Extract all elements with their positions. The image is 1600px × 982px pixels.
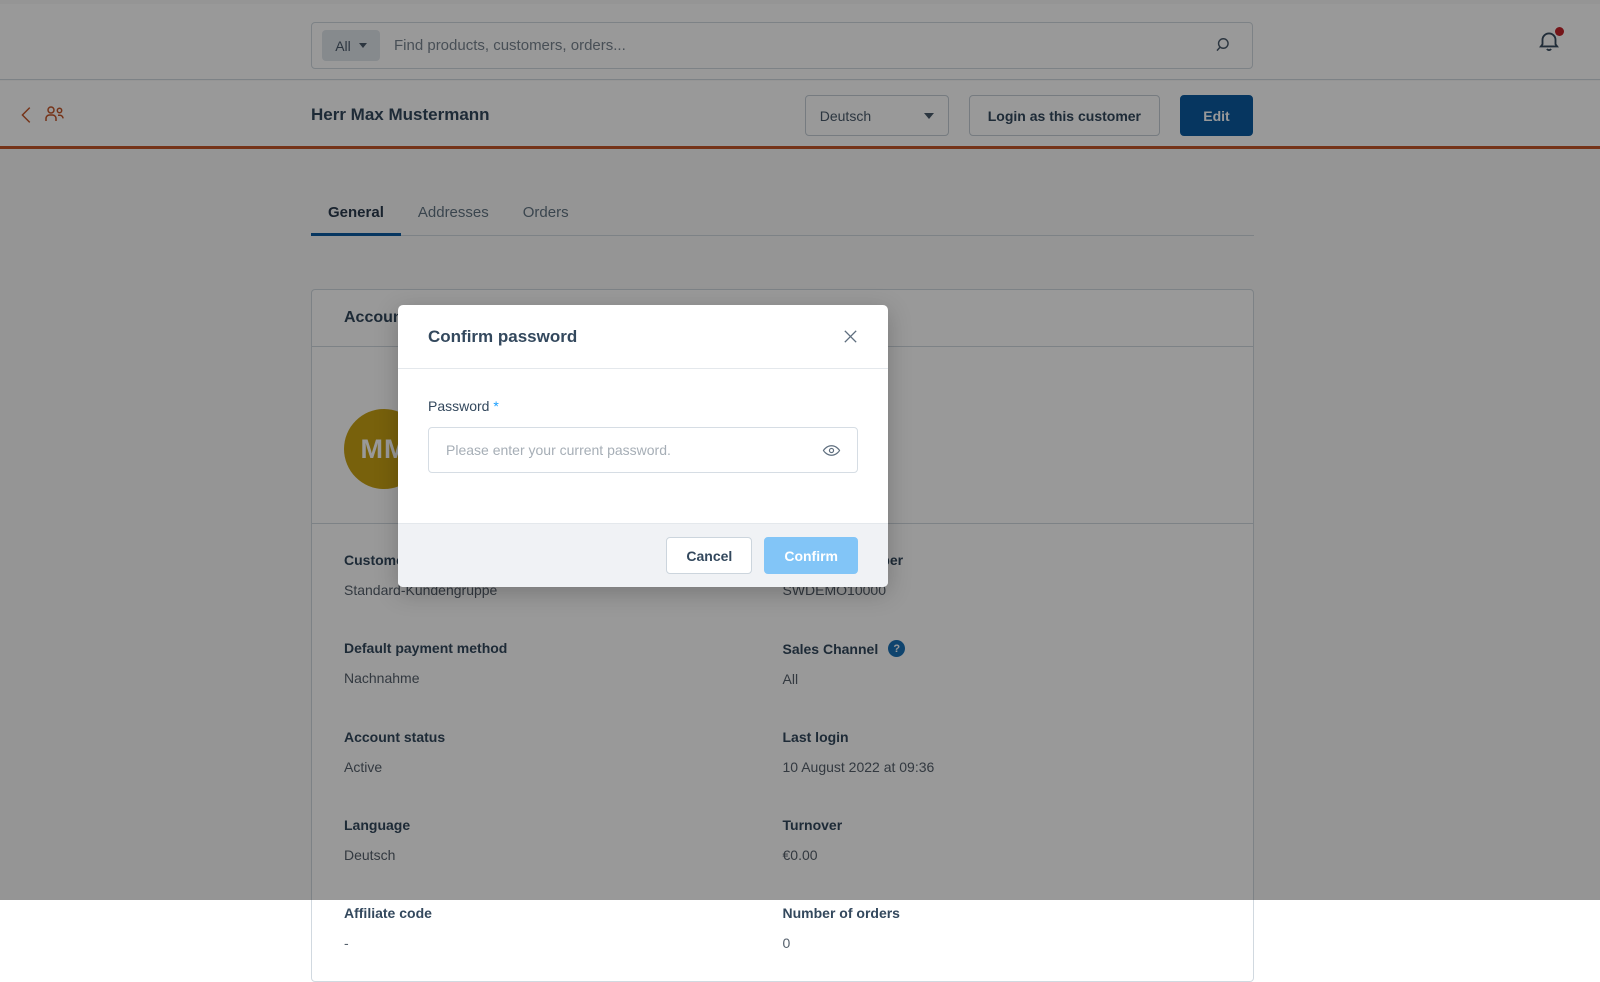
close-icon[interactable] — [838, 325, 862, 349]
modal-title: Confirm password — [428, 327, 577, 347]
cancel-button[interactable]: Cancel — [666, 537, 752, 574]
password-label-text: Password — [428, 398, 489, 414]
field-affiliate-code: Affiliate code - — [344, 905, 783, 951]
modal-header: Confirm password — [398, 305, 888, 369]
eye-icon[interactable] — [822, 441, 857, 460]
password-field[interactable] — [428, 427, 858, 473]
password-input[interactable] — [429, 442, 822, 458]
confirm-button[interactable]: Confirm — [764, 537, 858, 574]
modal-footer: Cancel Confirm — [398, 523, 888, 587]
required-marker: * — [493, 398, 498, 414]
field-label: Affiliate code — [344, 905, 783, 921]
field-value: - — [344, 935, 783, 951]
field-label: Number of orders — [783, 905, 1222, 921]
password-label: Password * — [428, 398, 858, 414]
field-value: 0 — [783, 935, 1222, 951]
field-label-text: Number of orders — [783, 905, 900, 921]
modal-body: Password * — [398, 369, 888, 523]
field-label-text: Affiliate code — [344, 905, 432, 921]
field-number-of-orders: Number of orders 0 — [783, 905, 1222, 951]
confirm-password-modal: Confirm password Password * Cancel Confi… — [398, 305, 888, 587]
